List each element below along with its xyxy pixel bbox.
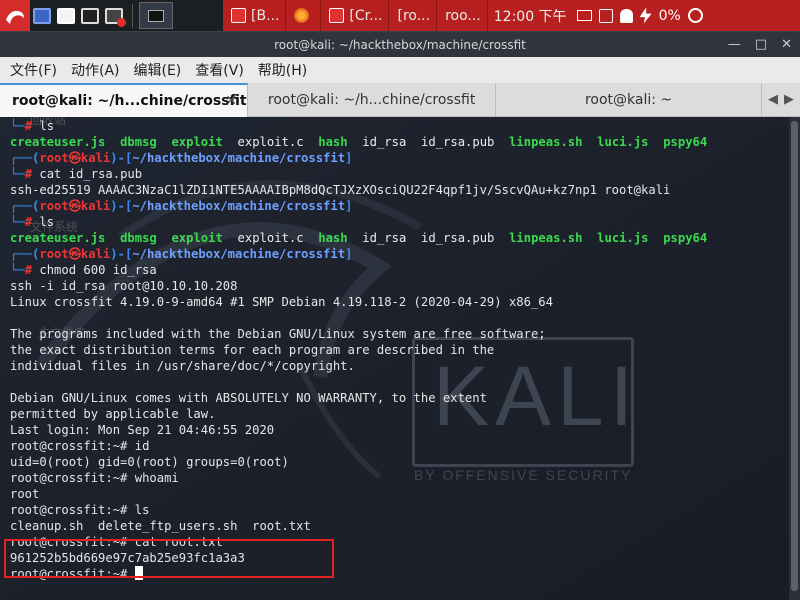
terminal-line: ssh -i id_rsa root@10.10.10.208	[10, 279, 238, 293]
tab-scroll-right-icon[interactable]: ▶	[784, 92, 794, 107]
annotation-highlight-box	[4, 539, 334, 578]
menu-file[interactable]: 文件(F)	[10, 60, 57, 80]
taskbar: [B... [Cr... [ro... roo...	[0, 0, 488, 132]
terminal-view[interactable]: 回收站 文件系统 主文件夹 KALI BY OFFENSIVE SECURITY…	[0, 117, 789, 600]
panel-separator	[132, 3, 133, 28]
prompt-line: ┌──(root㉿kali)-[~/hackthebox/machine/cro…	[10, 151, 353, 165]
folder-icon	[57, 7, 75, 24]
ls-output: createuser.js dbmsg exploit exploit.c ha…	[10, 135, 708, 149]
prompt-line: ┌──(root㉿kali)-[~/hackthebox/machine/cro…	[10, 199, 353, 213]
task-item-3[interactable]: [Cr...	[321, 0, 390, 31]
terminal-icon	[81, 7, 99, 24]
terminal-line: the exact distribution terms for each pr…	[10, 343, 495, 357]
terminal-line: permitted by applicable law.	[10, 407, 216, 421]
terminal-scrollbar[interactable]	[789, 117, 800, 600]
maximize-button[interactable]: □	[755, 37, 767, 52]
task-label: roo...	[445, 7, 481, 24]
terminal-line: Debian GNU/Linux comes with ABSOLUTELY N…	[10, 391, 487, 405]
menu-action[interactable]: 动作(A)	[71, 60, 120, 80]
terminal-line: Linux crossfit 4.19.0-9-amd64 #1 SMP Deb…	[10, 295, 553, 309]
terminal-line: uid=0(root) gid=0(root) groups=0(root)	[10, 455, 289, 469]
terminal-line: root@crossfit:~# id	[10, 439, 150, 453]
terminal-line: └─# cat id_rsa.pub	[10, 167, 143, 181]
ls-output: createuser.js dbmsg exploit exploit.c ha…	[10, 231, 708, 245]
terminal-line: cleanup.sh delete_ftp_users.sh root.txt	[10, 519, 311, 533]
root-terminal-launcher[interactable]	[102, 0, 126, 31]
menu-edit[interactable]: 编辑(E)	[134, 60, 182, 80]
window-title: root@kali: ~/hackthebox/machine/crossfit	[274, 37, 526, 52]
kali-dragon-icon	[6, 10, 24, 24]
scrollbar-thumb[interactable]	[791, 121, 798, 591]
tab-label: root@kali: ~/h...chine/crossfit	[267, 92, 476, 108]
workspace-thumbnail	[148, 9, 164, 22]
close-button[interactable]: ✕	[781, 37, 792, 52]
terminal-line: root@crossfit:~# whoami	[10, 471, 179, 485]
workspace-switcher[interactable]	[139, 2, 173, 29]
terminal-line: The programs included with the Debian GN…	[10, 327, 546, 341]
task-label: [ro...	[397, 7, 431, 24]
battery-percent: 0%	[658, 7, 681, 24]
close-tab-icon[interactable]: ✕	[225, 93, 237, 109]
terminal-line: └─# chmod 600 id_rsa	[10, 263, 157, 277]
window-titlebar[interactable]: root@kali: ~/hackthebox/machine/crossfit…	[0, 31, 800, 57]
task-label: [B...	[251, 7, 280, 24]
terminal-line: root	[10, 487, 40, 501]
prompt-line: ┌──(root㉿kali)-[~/hackthebox/machine/cro…	[10, 247, 353, 261]
tab-scroll-left-icon[interactable]: ◀	[768, 92, 778, 107]
doc-icon	[231, 8, 246, 23]
task-label: [Cr...	[349, 7, 383, 24]
menu-view[interactable]: 查看(V)	[195, 60, 244, 80]
task-item-5[interactable]: roo...	[0, 0, 488, 132]
top-panel: [B... [Cr... [ro... roo... 12:00 下午 0%	[0, 0, 800, 132]
minimize-button[interactable]: —	[728, 37, 741, 52]
tab-label: root@kali: ~/h...chine/crossfit	[12, 93, 247, 109]
pubkey-output: ssh-ed25519 AAAAC3NzaC1lZDI1NTE5AAAAIBpM…	[10, 183, 671, 197]
system-tray: 0%	[572, 0, 800, 31]
desktop-launcher[interactable]	[30, 0, 54, 31]
terminal-line: individual files in /usr/share/doc/*/cop…	[10, 359, 355, 373]
tab-3[interactable]: root@kali: ~	[496, 83, 762, 117]
network-icon[interactable]	[598, 8, 613, 23]
power-icon[interactable]	[687, 8, 703, 23]
firefox-icon	[294, 8, 310, 23]
tab-label: root@kali: ~	[584, 92, 673, 108]
task-item-4[interactable]: [ro...	[0, 0, 438, 132]
files-launcher[interactable]	[54, 0, 78, 31]
terminal-launcher[interactable]	[78, 0, 102, 31]
tab-1[interactable]: root@kali: ~/h...chine/crossfit ✕	[0, 83, 249, 117]
clock[interactable]: 12:00 下午	[487, 0, 573, 31]
battery-icon[interactable]	[639, 7, 652, 24]
tab-2[interactable]: root@kali: ~/h...chine/crossfit	[248, 83, 497, 117]
terminal-line: root@crossfit:~# ls	[10, 503, 150, 517]
mail-icon[interactable]	[576, 10, 592, 21]
task-item-1[interactable]: [B...	[223, 0, 287, 31]
terminal-line: Last login: Mon Sep 21 04:46:55 2020	[10, 423, 275, 437]
root-terminal-icon	[105, 7, 126, 27]
terminal-line: └─# ls	[10, 119, 55, 133]
desktop-icon	[33, 7, 51, 24]
doc-icon	[329, 8, 345, 23]
tab-bar: root@kali: ~/h...chine/crossfit ✕ root@k…	[0, 83, 800, 117]
kali-menu-button[interactable]	[0, 0, 30, 31]
menu-bar: 文件(F) 动作(A) 编辑(E) 查看(V) 帮助(H)	[0, 57, 800, 83]
terminal-line: └─# ls	[10, 215, 55, 229]
task-item-2[interactable]	[286, 0, 322, 31]
bell-icon[interactable]	[619, 8, 633, 23]
terminal-output: └─# ls createuser.js dbmsg exploit explo…	[10, 118, 707, 582]
menu-help[interactable]: 帮助(H)	[258, 60, 307, 80]
